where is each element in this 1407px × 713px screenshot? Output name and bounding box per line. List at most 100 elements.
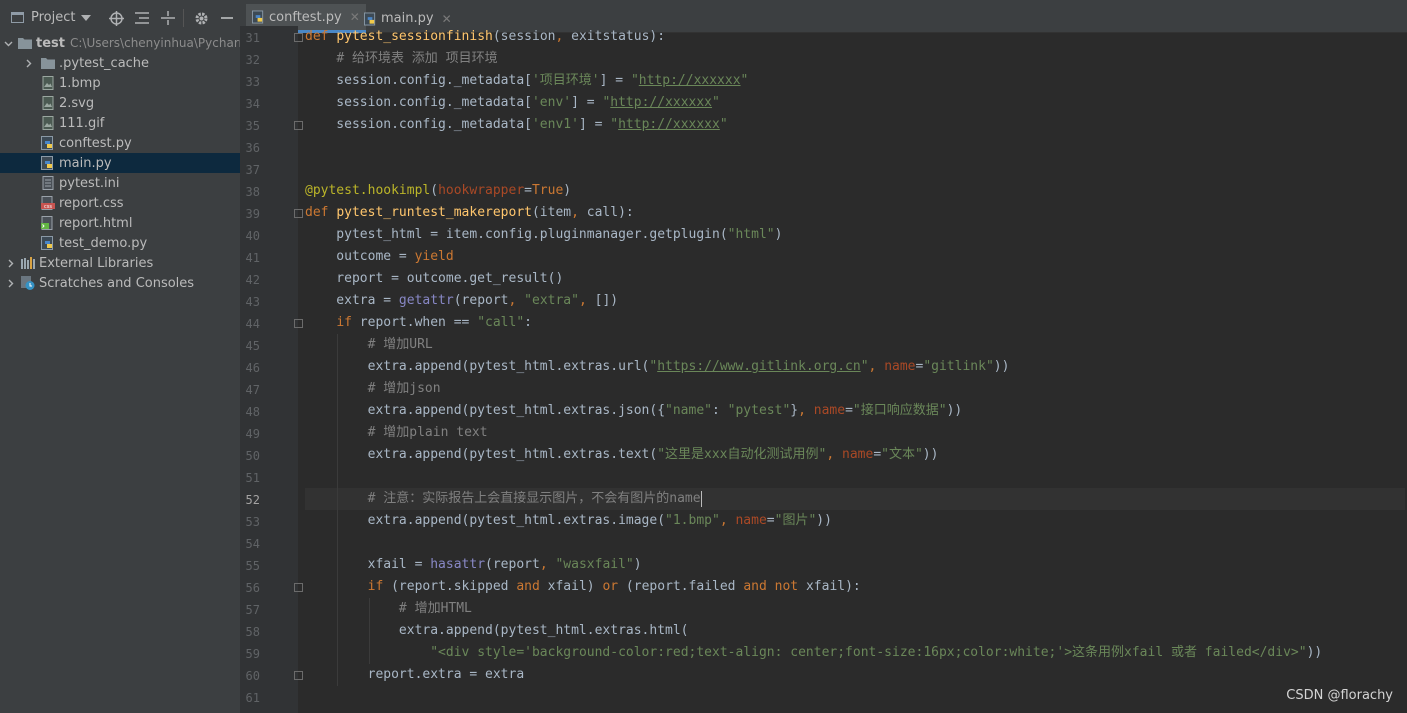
code-line: xfail = hasattr(report, "wasxfail") <box>305 557 642 572</box>
image-file-icon <box>41 76 55 90</box>
line-number: 60 <box>245 669 260 683</box>
expand-all-icon[interactable] <box>133 9 151 27</box>
line-number: 41 <box>245 251 260 265</box>
tree-item-report-html[interactable]: report.html <box>0 213 240 233</box>
code-line: # 增加HTML <box>398 601 472 616</box>
code-line: def pytest_runtest_makereport(item, call… <box>305 205 634 220</box>
chevron-right-icon[interactable] <box>4 273 16 293</box>
tree-item-pytest-ini[interactable]: pytest.ini <box>0 173 240 193</box>
settings-file-icon <box>41 176 55 190</box>
editor-area: conftest.py ✕ main.py ✕ 31 32 33 34 35 3… <box>240 0 1407 713</box>
line-number: 34 <box>245 97 260 111</box>
tab-label: main.py <box>381 11 434 26</box>
project-view-icon[interactable] <box>11 12 24 23</box>
tree-item-111-gif[interactable]: 111.gif <box>0 113 240 133</box>
fold-marker-icon[interactable] <box>294 33 303 42</box>
chevron-down-icon[interactable] <box>81 15 91 21</box>
code-line: extra.append(pytest_html.extras.image("1… <box>305 513 832 528</box>
code-line: def pytest_sessionfinish(session, exitst… <box>305 29 666 44</box>
collapse-all-icon[interactable] <box>159 9 177 27</box>
line-number: 31 <box>245 31 260 45</box>
html-file-icon <box>41 216 55 230</box>
tree-scratches-and-consoles[interactable]: Scratches and Consoles <box>0 273 240 293</box>
line-number: 58 <box>245 625 260 639</box>
line-number: 36 <box>245 141 260 155</box>
tree-item-conftest-py[interactable]: conftest.py <box>0 133 240 153</box>
folder-icon <box>18 36 32 50</box>
code-line: report = outcome.get_result() <box>305 271 564 286</box>
close-icon[interactable]: ✕ <box>442 12 452 26</box>
line-number-current: 52 <box>245 493 260 507</box>
text-caret <box>700 490 702 507</box>
tree-external-libraries[interactable]: External Libraries <box>0 253 240 273</box>
line-number: 61 <box>245 691 260 705</box>
chevron-right-icon[interactable] <box>4 253 16 273</box>
code-line: extra.append(pytest_html.extras.html( <box>305 623 689 638</box>
tree-item-pytest-cache[interactable]: .pytest_cache <box>0 53 240 73</box>
ide-window: Project test C:\Users\chenyinhua\Pycharm… <box>0 0 1407 713</box>
code-line: outcome = yield <box>305 249 454 264</box>
gear-icon[interactable] <box>192 9 210 27</box>
hide-panel-icon[interactable] <box>218 9 236 27</box>
line-number: 53 <box>245 515 260 529</box>
code-line: extra.append(pytest_html.extras.url("htt… <box>305 359 1010 374</box>
code-line: extra.append(pytest_html.extras.json({"n… <box>305 403 963 418</box>
line-number: 32 <box>245 53 260 67</box>
code-line: if report.when == "call": <box>336 315 532 330</box>
line-number: 42 <box>245 273 260 287</box>
fold-marker-icon[interactable] <box>294 671 303 680</box>
chevron-right-icon[interactable] <box>22 53 34 73</box>
line-number: 57 <box>245 603 260 617</box>
tree-item-label: External Libraries <box>39 255 154 271</box>
line-number: 43 <box>245 295 260 309</box>
tree-item-label: Scratches and Consoles <box>39 275 195 291</box>
line-number: 45 <box>245 339 260 353</box>
tree-item-1-bmp[interactable]: 1.bmp <box>0 73 240 93</box>
tree-root-name: test <box>36 35 65 51</box>
fold-marker-icon[interactable] <box>294 209 303 218</box>
fold-marker-icon[interactable] <box>294 583 303 592</box>
code-line: # 增加URL <box>367 337 433 352</box>
project-view-label[interactable]: Project <box>31 10 75 25</box>
line-number: 48 <box>245 405 260 419</box>
line-number: 46 <box>245 361 260 375</box>
code-line: @pytest.hookimpl(hookwrapper=True) <box>305 183 572 198</box>
line-number: 33 <box>245 75 260 89</box>
tree-item-label: pytest.ini <box>59 175 120 191</box>
tree-item-test-demo-py[interactable]: test_demo.py <box>0 233 240 253</box>
code-line: # 增加plain text <box>367 425 488 440</box>
line-number-gutter: 31 32 33 34 35 36 37 38 39 40 41 42 43 4… <box>240 26 303 713</box>
line-number: 39 <box>245 207 260 221</box>
image-file-icon <box>41 116 55 130</box>
line-number: 49 <box>245 427 260 441</box>
code-editor[interactable]: def pytest_sessionfinish(session, exitst… <box>305 26 1405 713</box>
chevron-down-icon[interactable] <box>4 33 13 53</box>
code-line: session.config._metadata['env'] = "http:… <box>305 95 720 110</box>
library-icon <box>21 256 35 270</box>
line-number: 44 <box>245 317 260 331</box>
python-file-icon <box>364 12 377 26</box>
tree-item-main-py[interactable]: main.py <box>0 153 240 173</box>
tree-root-test[interactable]: test C:\Users\chenyinhua\Pycharm <box>0 33 240 53</box>
project-toolbar: Project <box>0 0 240 36</box>
tree-item-label: report.css <box>59 195 124 211</box>
tree-item-2-svg[interactable]: 2.svg <box>0 93 240 113</box>
tree-item-label: main.py <box>59 155 112 171</box>
line-number: 59 <box>245 647 260 661</box>
line-number: 47 <box>245 383 260 397</box>
code-line: extra = getattr(report, "extra", []) <box>305 293 619 308</box>
code-line: extra.append(pytest_html.extras.text("这里… <box>305 447 939 462</box>
line-number: 38 <box>245 185 260 199</box>
code-line: "<div style='background-color:red;text-a… <box>430 645 1323 660</box>
toolbar-separator <box>183 9 184 27</box>
tree-item-label: 111.gif <box>59 115 105 131</box>
tree-item-label: 2.svg <box>59 95 95 111</box>
watermark: CSDN @florachy <box>1286 688 1393 703</box>
line-number: 55 <box>245 559 260 573</box>
fold-marker-icon[interactable] <box>294 319 303 328</box>
locate-icon[interactable] <box>107 9 125 27</box>
code-line: # 增加json <box>367 381 441 396</box>
fold-marker-icon[interactable] <box>294 121 303 130</box>
line-number: 50 <box>245 449 260 463</box>
tree-item-report-css[interactable]: css report.css <box>0 193 240 213</box>
